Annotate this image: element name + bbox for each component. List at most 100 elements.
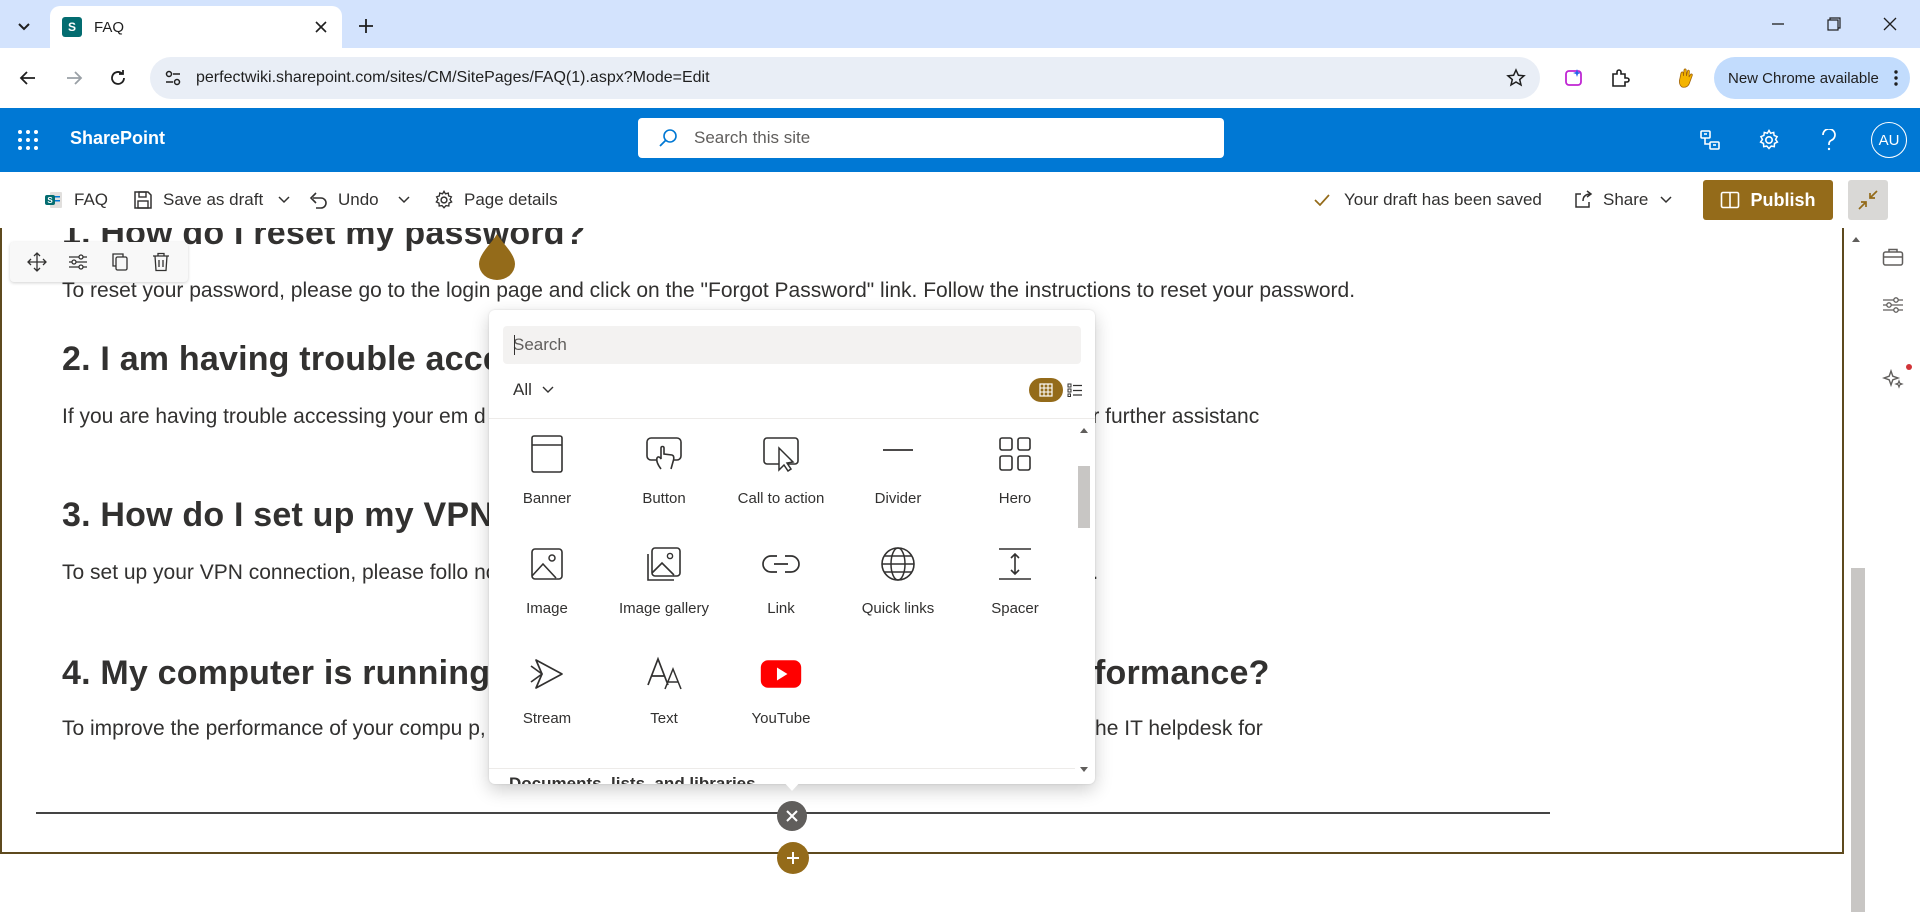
web-part-divider[interactable]: Divider: [843, 420, 953, 520]
close-icon: [315, 21, 327, 33]
share-button[interactable]: Share: [1573, 184, 1648, 216]
restore-window-button[interactable]: [1818, 10, 1850, 38]
list-view-toggle[interactable]: [1065, 380, 1085, 400]
toolbox-scroll-thumb[interactable]: [1078, 466, 1090, 528]
back-button[interactable]: [12, 62, 44, 94]
help-question-icon[interactable]: [1813, 124, 1845, 156]
copilot-extension-icon[interactable]: [1560, 64, 1588, 92]
app-launcher-waffle-icon[interactable]: [16, 128, 40, 152]
settings-gear-icon[interactable]: [1753, 124, 1785, 156]
undo-icon: [309, 192, 327, 209]
faq-question-4-start[interactable]: 4. My computer is running: [62, 654, 490, 693]
user-avatar[interactable]: AU: [1871, 122, 1907, 158]
chevron-down-icon: [1660, 196, 1672, 204]
property-rail: [1844, 228, 1920, 912]
reload-button[interactable]: [102, 62, 134, 94]
web-part-link[interactable]: Link: [726, 530, 836, 630]
edit-section-button[interactable]: [63, 247, 93, 277]
collapse-editor-button[interactable]: [1848, 180, 1888, 220]
trash-icon: [153, 252, 170, 272]
tab-close-button[interactable]: [310, 16, 332, 38]
delete-section-button[interactable]: [146, 247, 176, 277]
draft-saved-label: Your draft has been saved: [1344, 190, 1542, 209]
web-part-spacer[interactable]: Spacer: [960, 530, 1070, 630]
section-toolbar: [10, 242, 188, 282]
minimize-window-button[interactable]: [1762, 10, 1794, 38]
forward-button[interactable]: [58, 62, 90, 94]
web-part-image[interactable]: Image: [492, 530, 602, 630]
faq-question-4-end[interactable]: formance?: [1094, 654, 1270, 693]
site-info-icon[interactable]: [164, 69, 182, 87]
arrow-right-icon: [67, 71, 83, 85]
page-details-button[interactable]: Page details: [434, 184, 558, 216]
web-part-image-gallery[interactable]: Image gallery: [609, 530, 719, 630]
faq-question-3[interactable]: 3. How do I set up my VPN: [62, 496, 494, 535]
page-settings-sliders-icon[interactable]: [1880, 292, 1906, 318]
publish-button[interactable]: Publish: [1703, 180, 1833, 220]
faq-question-2[interactable]: 2. I am having trouble acce: [62, 340, 502, 379]
canvas-scroll-thumb[interactable]: [1851, 568, 1865, 912]
toolbox-briefcase-icon[interactable]: [1880, 244, 1906, 270]
faq-answer-1[interactable]: To reset your password, please go to the…: [62, 276, 1502, 305]
close-toolbox-button[interactable]: [777, 801, 807, 831]
list-icon: [1067, 383, 1082, 397]
plus-icon: [787, 852, 799, 864]
address-bar[interactable]: perfectwiki.sharepoint.com/sites/CM/Site…: [150, 57, 1540, 99]
web-part-youtube[interactable]: YouTube: [726, 640, 836, 740]
hero-icon: [999, 437, 1031, 471]
page-command-bar: S FAQ Save as draft Undo Page details Yo…: [0, 172, 1920, 228]
design-ideas-sparkle-icon[interactable]: [1880, 366, 1906, 392]
canvas-scrollbar[interactable]: [1846, 228, 1866, 912]
save-options-dropdown[interactable]: [274, 188, 294, 212]
collapse-arrows-icon: [1858, 190, 1878, 210]
chrome-update-button[interactable]: New Chrome available: [1714, 57, 1910, 99]
arrow-left-icon: [19, 71, 35, 85]
save-as-draft-button[interactable]: Save as draft: [133, 184, 263, 216]
tab-search-button[interactable]: [10, 12, 38, 40]
site-search-box[interactable]: Search this site: [638, 118, 1224, 158]
bookmark-star-icon[interactable]: [1506, 68, 1526, 88]
scroll-up-arrow-icon[interactable]: [1846, 232, 1866, 246]
move-section-button[interactable]: [22, 247, 52, 277]
web-part-quick-links[interactable]: Quick links: [843, 530, 953, 630]
chrome-update-label: New Chrome available: [1728, 69, 1879, 87]
scroll-down-arrow-icon[interactable]: [1075, 764, 1093, 776]
stream-icon: [530, 659, 563, 689]
share-label: Share: [1603, 190, 1649, 209]
sliders-icon: [69, 254, 88, 270]
minimize-icon: [1772, 23, 1784, 25]
grid-view-toggle[interactable]: [1029, 378, 1063, 402]
draft-saved-status: Your draft has been saved: [1314, 184, 1542, 216]
scroll-up-arrow-icon[interactable]: [1075, 424, 1093, 436]
new-tab-button[interactable]: [352, 12, 380, 40]
book-open-icon: [1721, 191, 1740, 209]
checkmark-icon: [1314, 194, 1330, 206]
url-text[interactable]: perfectwiki.sharepoint.com/sites/CM/Site…: [196, 69, 1506, 87]
web-part-button[interactable]: Button: [609, 420, 719, 520]
sharepoint-activity-icon[interactable]: [1694, 124, 1726, 156]
save-icon: [134, 191, 152, 209]
undo-options-dropdown[interactable]: [394, 188, 414, 212]
browser-tab[interactable]: S FAQ: [50, 6, 342, 48]
hand-extension-icon[interactable]: [1672, 64, 1700, 92]
web-part-call-to-action[interactable]: Call to action: [726, 420, 836, 520]
web-part-banner[interactable]: Banner: [492, 420, 602, 520]
drag-handle-icon[interactable]: [477, 232, 517, 280]
close-window-button[interactable]: [1874, 10, 1906, 38]
page-name-button[interactable]: S FAQ: [44, 184, 108, 216]
sharepoint-brand[interactable]: SharePoint: [70, 128, 165, 149]
toolbox-search-input[interactable]: [503, 326, 1081, 364]
undo-button[interactable]: Undo: [308, 184, 379, 216]
share-options-dropdown[interactable]: [1656, 188, 1676, 212]
duplicate-section-button[interactable]: [105, 247, 135, 277]
web-part-stream[interactable]: Stream: [492, 640, 602, 740]
toolbox-filter-dropdown[interactable]: All: [513, 376, 554, 404]
toolbox-pointer-arrow: [782, 780, 802, 791]
web-part-hero[interactable]: Hero: [960, 420, 1070, 520]
extensions-puzzle-icon[interactable]: [1606, 64, 1634, 92]
toolbox-filter-label: All: [513, 380, 532, 399]
page-canvas: 1. How do I reset my password? To reset …: [0, 228, 1920, 912]
web-part-text[interactable]: Text: [609, 640, 719, 740]
add-section-button[interactable]: [777, 842, 809, 874]
toolbox-scrollbar[interactable]: [1075, 420, 1093, 784]
